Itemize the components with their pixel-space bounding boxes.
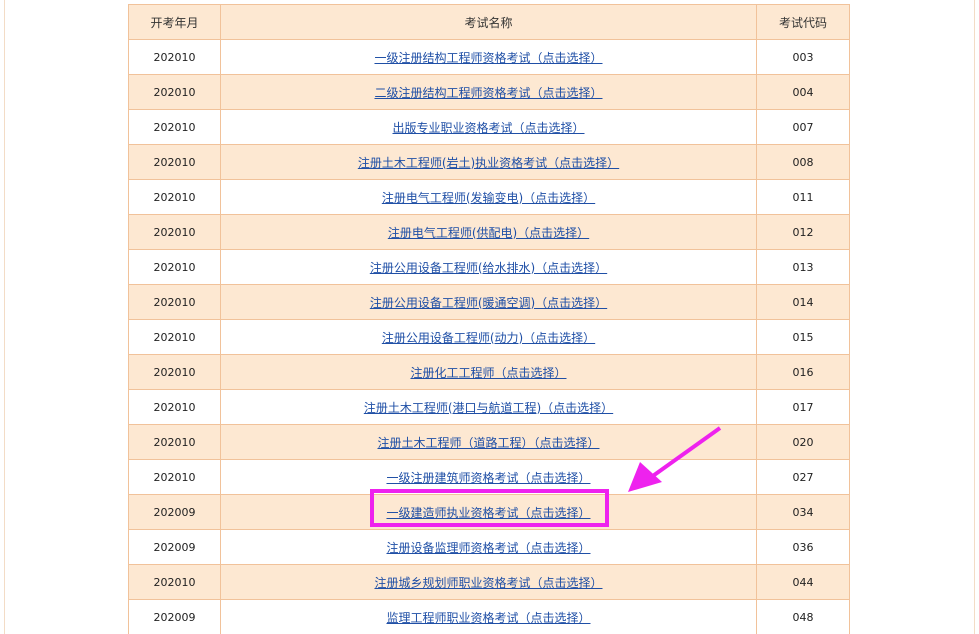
exam-code-cell: 013 — [756, 249, 850, 285]
exam-link[interactable]: 注册公用设备工程师(给水排水)（点击选择） — [370, 261, 607, 275]
table-header-row: 开考年月 考试名称 考试代码 — [128, 4, 850, 40]
exam-code-cell: 012 — [756, 214, 850, 250]
exam-code-cell: 048 — [756, 599, 850, 634]
page: 开考年月 考试名称 考试代码 202010 一级注册结构工程师资格考试（点击选择）… — [0, 0, 979, 634]
exam-link[interactable]: 注册电气工程师(供配电)（点击选择） — [388, 226, 589, 240]
exam-date-cell: 202009 — [128, 529, 221, 565]
exam-date-cell: 202010 — [128, 214, 221, 250]
exam-name-cell: 出版专业职业资格考试（点击选择） — [220, 109, 757, 145]
exam-date-cell: 202010 — [128, 354, 221, 390]
exam-link[interactable]: 一级建造师执业资格考试（点击选择） — [386, 506, 590, 520]
exam-code-cell: 004 — [756, 74, 850, 110]
table-row: 202010 注册电气工程师(发输变电)（点击选择） 011 — [128, 179, 850, 215]
exam-name-cell: 注册公用设备工程师(给水排水)（点击选择） — [220, 249, 757, 285]
table-row: 202010 二级注册结构工程师资格考试（点击选择） 004 — [128, 74, 850, 110]
exam-link[interactable]: 注册土木工程师(岩土)执业资格考试（点击选择） — [358, 156, 619, 170]
exam-link[interactable]: 注册土木工程师（道路工程）（点击选择） — [377, 436, 599, 450]
page-border-right — [974, 0, 975, 634]
exam-code-cell: 003 — [756, 39, 850, 75]
exam-code-cell: 015 — [756, 319, 850, 355]
exam-link[interactable]: 一级注册建筑师资格考试（点击选择） — [386, 471, 590, 485]
exam-code-cell: 007 — [756, 109, 850, 145]
exam-link[interactable]: 注册公用设备工程师(暖通空调)（点击选择） — [370, 296, 607, 310]
exam-date-cell: 202010 — [128, 144, 221, 180]
exam-date-cell: 202009 — [128, 494, 221, 530]
exam-link[interactable]: 注册化工工程师（点击选择） — [410, 366, 566, 380]
header-exam-name: 考试名称 — [220, 4, 757, 40]
exam-name-cell: 注册城乡规划师职业资格考试（点击选择） — [220, 564, 757, 600]
exam-name-cell: 注册电气工程师(发输变电)（点击选择） — [220, 179, 757, 215]
exam-table-body: 202010 一级注册结构工程师资格考试（点击选择） 003 202010 二级注册结构… — [128, 39, 850, 634]
table-row: 202010 一级注册建筑师资格考试（点击选择） 027 — [128, 459, 850, 495]
exam-code-cell: 017 — [756, 389, 850, 425]
exam-name-cell: 注册土木工程师(岩土)执业资格考试（点击选择） — [220, 144, 757, 180]
exam-date-cell: 202010 — [128, 109, 221, 145]
table-row: 202010 注册公用设备工程师(给水排水)（点击选择） 013 — [128, 249, 850, 285]
table-row: 202010 注册土木工程师(岩土)执业资格考试（点击选择） 008 — [128, 144, 850, 180]
exam-date-cell: 202010 — [128, 424, 221, 460]
exam-name-cell: 一级建造师执业资格考试（点击选择） — [220, 494, 757, 530]
exam-link[interactable]: 注册公用设备工程师(动力)（点击选择） — [382, 331, 595, 345]
exam-name-cell: 注册化工工程师（点击选择） — [220, 354, 757, 390]
exam-date-cell: 202010 — [128, 39, 221, 75]
exam-name-cell: 注册电气工程师(供配电)（点击选择） — [220, 214, 757, 250]
exam-link[interactable]: 注册设备监理师资格考试（点击选择） — [386, 541, 590, 555]
table-row: 202010 出版专业职业资格考试（点击选择） 007 — [128, 109, 850, 145]
exam-name-cell: 注册土木工程师(港口与航道工程)（点击选择） — [220, 389, 757, 425]
exam-table: 开考年月 考试名称 考试代码 202010 一级注册结构工程师资格考试（点击选择）… — [128, 4, 850, 634]
table-row: 202009 注册设备监理师资格考试（点击选择） 036 — [128, 529, 850, 565]
exam-name-cell: 注册设备监理师资格考试（点击选择） — [220, 529, 757, 565]
exam-code-cell: 036 — [756, 529, 850, 565]
exam-link[interactable]: 注册电气工程师(发输变电)（点击选择） — [382, 191, 595, 205]
exam-date-cell: 202010 — [128, 179, 221, 215]
exam-link[interactable]: 一级注册结构工程师资格考试（点击选择） — [374, 51, 602, 65]
exam-name-cell: 一级注册建筑师资格考试（点击选择） — [220, 459, 757, 495]
exam-code-cell: 016 — [756, 354, 850, 390]
exam-date-cell: 202010 — [128, 389, 221, 425]
exam-date-cell: 202010 — [128, 459, 221, 495]
table-row: 202010 注册土木工程师(港口与航道工程)（点击选择） 017 — [128, 389, 850, 425]
exam-name-cell: 一级注册结构工程师资格考试（点击选择） — [220, 39, 757, 75]
exam-name-cell: 注册公用设备工程师(动力)（点击选择） — [220, 319, 757, 355]
page-border-left — [4, 0, 5, 634]
exam-code-cell: 008 — [756, 144, 850, 180]
exam-date-cell: 202010 — [128, 249, 221, 285]
exam-link[interactable]: 注册土木工程师(港口与航道工程)（点击选择） — [364, 401, 613, 415]
exam-date-cell: 202010 — [128, 319, 221, 355]
table-row: 202010 注册公用设备工程师(暖通空调)（点击选择） 014 — [128, 284, 850, 320]
table-row: 202010 注册城乡规划师职业资格考试（点击选择） 044 — [128, 564, 850, 600]
exam-name-cell: 二级注册结构工程师资格考试（点击选择） — [220, 74, 757, 110]
exam-date-cell: 202010 — [128, 74, 221, 110]
exam-name-cell: 注册土木工程师（道路工程）（点击选择） — [220, 424, 757, 460]
table-row: 202010 注册土木工程师（道路工程）（点击选择） 020 — [128, 424, 850, 460]
table-row: 202009 一级建造师执业资格考试（点击选择） 034 — [128, 494, 850, 530]
table-row: 202010 注册化工工程师（点击选择） 016 — [128, 354, 850, 390]
exam-code-cell: 014 — [756, 284, 850, 320]
exam-link[interactable]: 二级注册结构工程师资格考试（点击选择） — [374, 86, 602, 100]
exam-code-cell: 020 — [756, 424, 850, 460]
exam-date-cell: 202010 — [128, 564, 221, 600]
exam-date-cell: 202010 — [128, 284, 221, 320]
header-exam-date: 开考年月 — [128, 4, 221, 40]
exam-link[interactable]: 监理工程师职业资格考试（点击选择） — [386, 611, 590, 625]
exam-link[interactable]: 出版专业职业资格考试（点击选择） — [392, 121, 584, 135]
table-row: 202010 注册公用设备工程师(动力)（点击选择） 015 — [128, 319, 850, 355]
header-exam-code: 考试代码 — [756, 4, 850, 40]
exam-link[interactable]: 注册城乡规划师职业资格考试（点击选择） — [374, 576, 602, 590]
exam-code-cell: 011 — [756, 179, 850, 215]
exam-code-cell: 027 — [756, 459, 850, 495]
table-row: 202010 一级注册结构工程师资格考试（点击选择） 003 — [128, 39, 850, 75]
exam-code-cell: 034 — [756, 494, 850, 530]
table-row: 202009 监理工程师职业资格考试（点击选择） 048 — [128, 599, 850, 634]
exam-date-cell: 202009 — [128, 599, 221, 634]
exam-name-cell: 监理工程师职业资格考试（点击选择） — [220, 599, 757, 634]
exam-code-cell: 044 — [756, 564, 850, 600]
table-row: 202010 注册电气工程师(供配电)（点击选择） 012 — [128, 214, 850, 250]
exam-name-cell: 注册公用设备工程师(暖通空调)（点击选择） — [220, 284, 757, 320]
